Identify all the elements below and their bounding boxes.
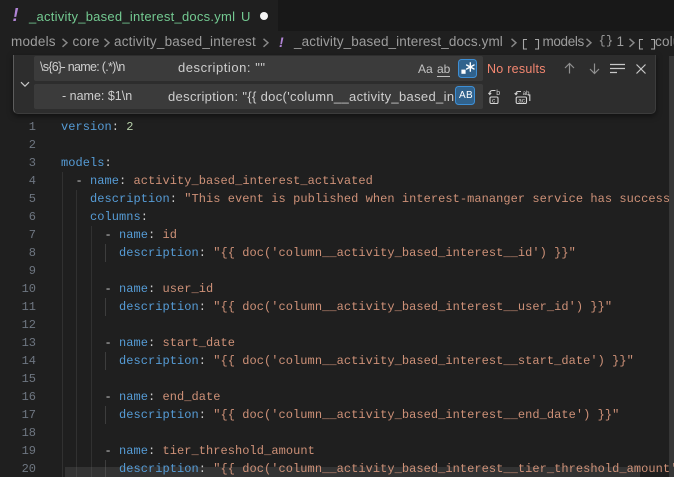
svg-text:b: b [496, 90, 500, 97]
svg-text:ab: ab [523, 89, 530, 96]
svg-text:ac: ac [518, 97, 525, 104]
